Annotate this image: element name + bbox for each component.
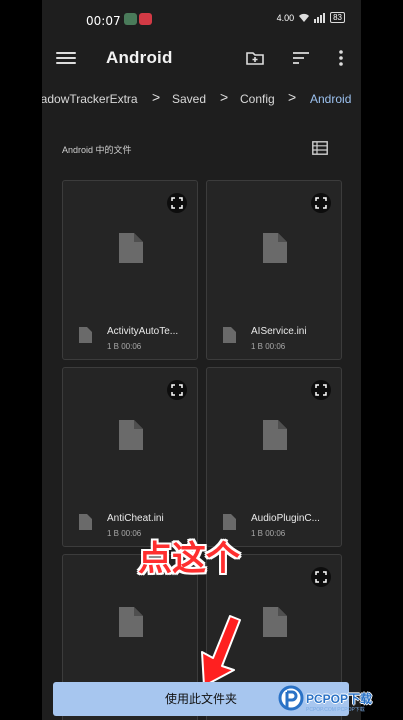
file-name: ActivityAutoTe... bbox=[107, 326, 179, 337]
watermark-subtext: PCPOP.COM PCPOP下载 bbox=[306, 707, 365, 713]
signal-icon bbox=[314, 12, 326, 23]
file-meta: 1 B 00:06 bbox=[251, 529, 286, 538]
watermark-logo-icon bbox=[278, 685, 304, 711]
watermark: PCPOP下载 PCPOP.COM PCPOP下载 bbox=[276, 683, 400, 717]
file-type-icon bbox=[79, 327, 92, 343]
status-bar: 00:07 4.00 83 bbox=[42, 0, 361, 38]
wifi-icon bbox=[299, 13, 310, 22]
expand-icon[interactable] bbox=[167, 380, 187, 400]
phone-screen: 00:07 4.00 83 Android hadowTrackerExtra … bbox=[42, 0, 361, 720]
breadcrumb-separator: > bbox=[152, 89, 161, 105]
expand-icon[interactable] bbox=[311, 193, 331, 213]
notification-app-icon bbox=[139, 13, 152, 25]
breadcrumb: hadowTrackerExtra > Saved > Config > And… bbox=[42, 86, 361, 114]
status-right-group: 4.00 83 bbox=[277, 12, 345, 23]
breadcrumb-item-current[interactable]: Android bbox=[310, 92, 351, 106]
battery-icon: 83 bbox=[330, 12, 345, 23]
net-speed: 4.00 bbox=[276, 12, 295, 23]
file-card[interactable]: AIService.ini 1 B 00:06 bbox=[206, 180, 342, 360]
menu-icon[interactable] bbox=[56, 49, 76, 67]
more-options-icon[interactable] bbox=[330, 47, 352, 69]
section-label: Android 中的文件 bbox=[62, 145, 132, 155]
file-name: AudioPluginC... bbox=[251, 513, 320, 524]
left-letterbox bbox=[0, 0, 42, 720]
expand-icon[interactable] bbox=[311, 380, 331, 400]
notification-app-icon bbox=[124, 13, 137, 25]
red-arrow-icon bbox=[201, 615, 241, 687]
file-icon bbox=[263, 233, 287, 263]
page-title: Android bbox=[106, 48, 173, 67]
sort-icon[interactable] bbox=[290, 47, 312, 69]
watermark-text: PCPOP下载 bbox=[306, 692, 373, 706]
file-name: AntiCheat.ini bbox=[107, 513, 164, 524]
file-icon bbox=[119, 420, 143, 450]
file-icon bbox=[263, 607, 287, 637]
annotation-text: 点这个 bbox=[138, 539, 240, 579]
file-type-icon bbox=[223, 327, 236, 343]
file-card[interactable]: AudioPluginC... 1 B 00:06 bbox=[206, 367, 342, 547]
file-meta: 1 B 00:06 bbox=[107, 342, 142, 351]
file-card[interactable]: AntiCheat.ini 1 B 00:06 bbox=[62, 367, 198, 547]
file-icon bbox=[119, 607, 143, 637]
file-type-icon bbox=[79, 514, 92, 530]
app-bar: Android bbox=[42, 38, 361, 78]
right-letterbox bbox=[361, 0, 403, 720]
file-icon bbox=[119, 233, 143, 263]
file-name: AIService.ini bbox=[251, 326, 307, 337]
file-type-icon bbox=[223, 514, 236, 530]
file-meta: 1 B 00:06 bbox=[251, 342, 286, 351]
breadcrumb-item[interactable]: Config bbox=[240, 92, 275, 106]
breadcrumb-separator: > bbox=[288, 89, 297, 105]
new-folder-icon[interactable] bbox=[244, 47, 266, 69]
file-meta: 1 B 00:06 bbox=[107, 529, 142, 538]
status-time: 00:07 bbox=[86, 14, 121, 28]
list-view-icon[interactable] bbox=[312, 141, 328, 155]
expand-icon[interactable] bbox=[167, 193, 187, 213]
breadcrumb-item[interactable]: hadowTrackerExtra bbox=[42, 92, 138, 106]
expand-icon[interactable] bbox=[311, 567, 331, 587]
breadcrumb-separator: > bbox=[220, 89, 229, 105]
breadcrumb-item[interactable]: Saved bbox=[172, 92, 206, 106]
file-card[interactable]: ActivityAutoTe... 1 B 00:06 bbox=[62, 180, 198, 360]
file-icon bbox=[263, 420, 287, 450]
